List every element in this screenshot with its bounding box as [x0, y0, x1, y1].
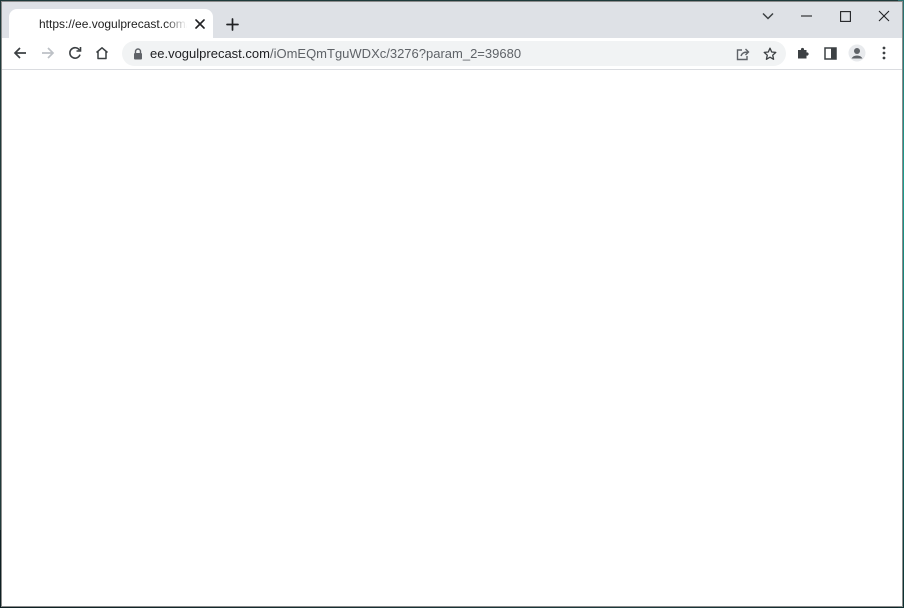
browser-tab[interactable]: https://ee.vogulprecast.com/iOmEQmTguWDX…	[9, 9, 213, 39]
back-button[interactable]	[8, 41, 32, 65]
minimize-icon	[800, 15, 812, 17]
star-icon[interactable]	[760, 44, 780, 64]
tab-title: https://ee.vogulprecast.com/iOmEQmTguWDX…	[39, 17, 187, 31]
close-window-icon	[878, 10, 890, 22]
new-tab-button[interactable]	[221, 13, 243, 35]
extensions-button[interactable]	[791, 41, 815, 65]
lock-icon[interactable]	[132, 47, 144, 60]
menu-button[interactable]	[872, 41, 896, 65]
page-content	[2, 70, 902, 606]
plus-icon	[225, 17, 239, 31]
home-button[interactable]	[90, 41, 114, 65]
close-window-button[interactable]	[871, 6, 897, 26]
chevron-down-icon	[762, 12, 774, 20]
browser-window: https://ee.vogulprecast.com/iOmEQmTguWDX…	[1, 1, 903, 607]
profile-button[interactable]	[845, 41, 869, 65]
arrow-right-icon	[41, 46, 55, 60]
side-panel-button[interactable]	[818, 41, 842, 65]
close-icon[interactable]	[192, 16, 208, 32]
maximize-button[interactable]	[832, 6, 858, 26]
side-panel-icon	[823, 46, 837, 60]
url-text[interactable]: ee.vogulprecast.com/iOmEQmTguWDXc/3276?p…	[150, 46, 521, 61]
maximize-icon	[839, 10, 851, 22]
arrow-left-icon	[13, 46, 27, 60]
tab-search-button[interactable]	[755, 6, 781, 26]
url-path: /iOmEQmTguWDXc/3276?param_2=39680	[269, 46, 522, 61]
profile-icon	[848, 44, 866, 62]
kebab-menu-icon	[882, 46, 886, 60]
reload-icon	[68, 46, 82, 60]
share-icon[interactable]	[733, 44, 753, 64]
reload-button[interactable]	[63, 41, 87, 65]
toolbar: ee.vogulprecast.com/iOmEQmTguWDXc/3276?p…	[2, 38, 902, 70]
url-host: ee.vogulprecast.com	[150, 46, 270, 61]
title-bar: https://ee.vogulprecast.com/iOmEQmTguWDX…	[2, 2, 902, 39]
address-bar[interactable]: ee.vogulprecast.com/iOmEQmTguWDXc/3276?p…	[122, 41, 786, 66]
minimize-button[interactable]	[793, 6, 819, 26]
home-icon	[95, 46, 109, 60]
forward-button[interactable]	[36, 41, 60, 65]
puzzle-icon	[796, 46, 810, 60]
